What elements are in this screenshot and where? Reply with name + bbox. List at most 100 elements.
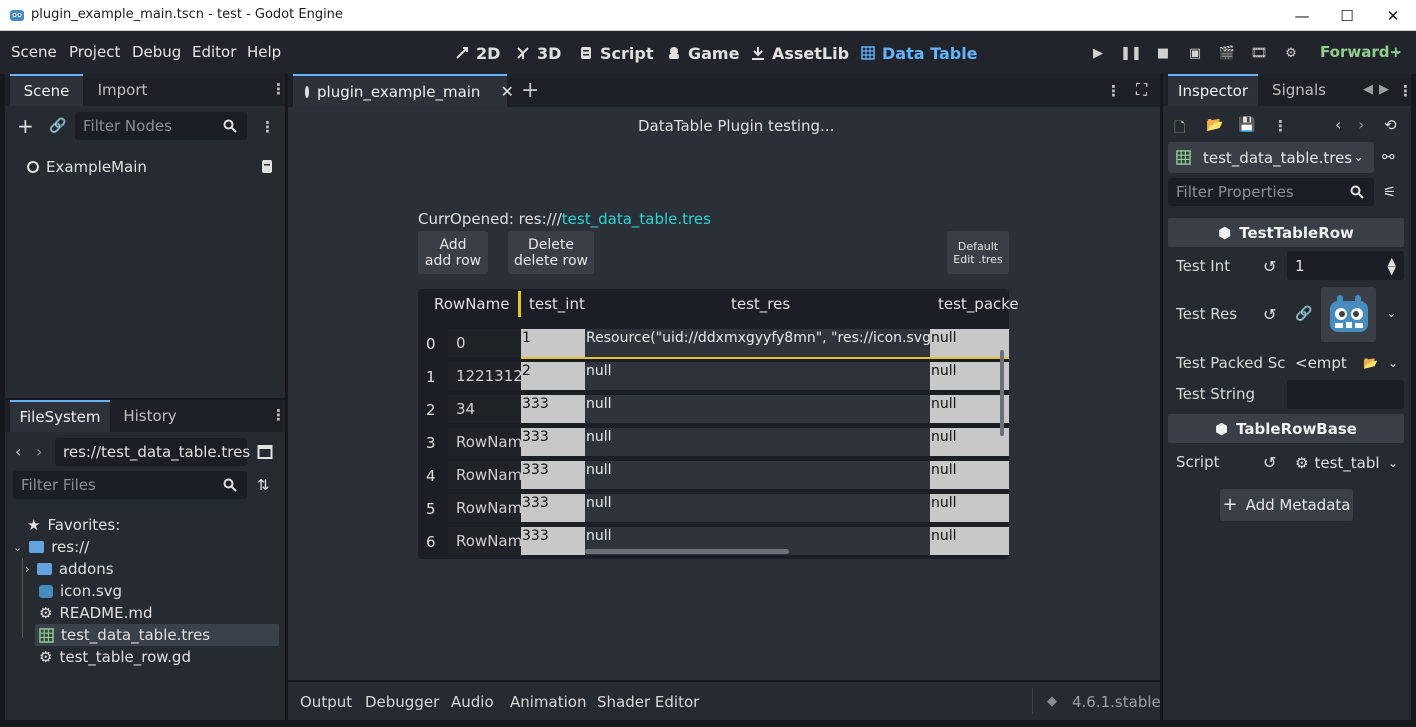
renderer-selector[interactable]: Forward+: [1320, 43, 1402, 61]
rowname-field[interactable]: RowNam: [448, 494, 521, 522]
tab-scene[interactable]: Scene: [10, 74, 83, 106]
horizontal-scrollbar[interactable]: [585, 549, 789, 554]
addons-folder-item[interactable]: › addons: [25, 558, 114, 580]
open-folder-icon[interactable]: 📂: [1206, 117, 1223, 133]
delete-row-button[interactable]: Delete delete row: [508, 231, 594, 274]
rowname-field[interactable]: RowNam: [448, 527, 521, 555]
tab-history[interactable]: History: [113, 400, 187, 432]
minimize-button[interactable]: —: [1279, 0, 1325, 31]
chevron-down-icon[interactable]: ⌄: [1393, 43, 1403, 57]
play-scene-icon[interactable]: 🎬: [1217, 43, 1237, 63]
chevron-down-icon[interactable]: ⌄: [1386, 306, 1397, 321]
tab-output[interactable]: Output: [300, 693, 352, 711]
object-tree-icon[interactable]: ⚯: [1382, 148, 1395, 166]
tab-filesystem[interactable]: FileSystem: [10, 400, 110, 432]
history-icon[interactable]: ⟲: [1384, 116, 1397, 134]
maximize-button[interactable]: ☐: [1324, 0, 1370, 31]
dock-left-icon[interactable]: ◀: [1363, 82, 1373, 97]
scene-root-node[interactable]: ExampleMain: [27, 156, 147, 178]
history-back-icon[interactable]: ‹: [1335, 115, 1341, 134]
script-attached-icon[interactable]: [260, 159, 275, 174]
cell-test-int[interactable]: 1: [521, 329, 585, 357]
header-test-int[interactable]: test_int: [529, 295, 585, 313]
cell-test-packed[interactable]: null: [930, 461, 1009, 489]
revert-icon[interactable]: ↺: [1263, 453, 1276, 472]
pause-icon[interactable]: ❚❚: [1120, 43, 1142, 63]
tab-shader-editor[interactable]: Shader Editor: [597, 693, 699, 711]
cell-test-packed[interactable]: null: [930, 329, 1009, 357]
play-icon[interactable]: ▶: [1088, 43, 1108, 63]
icon-svg-item[interactable]: icon.svg: [39, 580, 122, 602]
workspace-datatable-button[interactable]: Data Table: [860, 41, 978, 65]
cell-test-int[interactable]: 2: [521, 362, 585, 390]
vertical-scrollbar[interactable]: [1000, 350, 1004, 436]
dock-menu-icon[interactable]: ⋮: [1398, 82, 1413, 100]
script-picker[interactable]: ⚙ test_tabl ⌄: [1287, 448, 1404, 477]
cell-test-packed[interactable]: null: [930, 362, 1009, 390]
cell-test-packed[interactable]: null: [930, 527, 1009, 555]
tab-inspector[interactable]: Inspector: [1168, 74, 1258, 106]
header-rowname[interactable]: RowName: [434, 295, 509, 313]
filter-files-input[interactable]: Filter Files: [13, 471, 247, 499]
movie-maker-icon[interactable]: ⚙: [1281, 43, 1301, 63]
distraction-free-icon[interactable]: ⛶: [1136, 80, 1147, 100]
cell-test-int[interactable]: 333: [521, 428, 585, 456]
stop-icon[interactable]: ■: [1153, 43, 1173, 63]
dock-right-icon[interactable]: ▶: [1379, 82, 1389, 97]
scene-options-icon[interactable]: ⋮: [260, 118, 275, 136]
menu-editor[interactable]: Editor: [192, 43, 236, 61]
rowname-field[interactable]: 1221312: [448, 362, 521, 390]
save-icon[interactable]: 💾: [1238, 117, 1255, 133]
add-row-button[interactable]: Add add row: [418, 231, 488, 274]
tab-debugger[interactable]: Debugger: [365, 693, 439, 711]
cell-test-res[interactable]: null: [585, 395, 930, 423]
chevron-down-icon[interactable]: ⌄: [1388, 356, 1398, 370]
test-packed-picker[interactable]: <empt 📂 ⌄: [1287, 348, 1404, 377]
test-string-input[interactable]: [1287, 380, 1404, 409]
close-window-button[interactable]: ✕: [1370, 0, 1416, 31]
section-table-row-base[interactable]: ⬢ TableRowBase: [1168, 414, 1404, 443]
test-res-preview[interactable]: [1321, 287, 1376, 342]
workspace-game-button[interactable]: Game: [666, 41, 739, 65]
cell-test-packed[interactable]: null: [930, 494, 1009, 522]
tab-animation[interactable]: Animation: [510, 693, 586, 711]
remote-debug-icon[interactable]: ▣: [1185, 43, 1205, 63]
default-edit-tres-button[interactable]: Default Edit .tres: [947, 231, 1009, 274]
chevron-down-icon[interactable]: ⌄: [1388, 456, 1398, 470]
cell-test-res[interactable]: Resource("uid://ddxmxgyyfy8mn", "res://i…: [585, 329, 930, 357]
tab-import[interactable]: Import: [85, 74, 160, 106]
cell-test-res[interactable]: null: [585, 428, 930, 456]
forward-icon[interactable]: ›: [36, 442, 42, 461]
path-input[interactable]: res://test_data_table.tres: [55, 438, 250, 466]
cell-test-packed[interactable]: null: [930, 428, 1009, 456]
workspace-2d-button[interactable]: 2D: [454, 41, 500, 65]
rowname-field[interactable]: 0: [448, 329, 521, 357]
dock-menu-icon[interactable]: ⋮: [271, 406, 286, 424]
scene-tabs-menu-icon[interactable]: ⋮: [1106, 82, 1121, 100]
cell-test-int[interactable]: 333: [521, 461, 585, 489]
rowname-field[interactable]: RowNam: [448, 461, 521, 489]
tab-signals[interactable]: Signals: [1262, 74, 1336, 106]
menu-scene[interactable]: Scene: [11, 43, 57, 61]
stepper-icon[interactable]: ▲ ▼: [1388, 256, 1396, 276]
resource-selector[interactable]: test_data_table.tres ⌄: [1168, 142, 1374, 173]
rowname-field[interactable]: 34: [448, 395, 521, 423]
rowname-field[interactable]: RowNam: [448, 428, 521, 456]
cell-test-res[interactable]: null: [585, 494, 930, 522]
link-icon[interactable]: 🔗: [1295, 306, 1312, 322]
cell-test-res[interactable]: null: [585, 461, 930, 489]
header-test-packed[interactable]: test_packe: [938, 295, 1019, 313]
sort-icon[interactable]: ⇅: [257, 476, 270, 494]
back-icon[interactable]: ‹: [15, 442, 21, 461]
split-view-icon[interactable]: [257, 444, 273, 460]
inspector-options-icon[interactable]: ⋮: [1273, 117, 1288, 135]
cell-test-res[interactable]: null: [585, 362, 930, 390]
cell-test-int[interactable]: 333: [521, 494, 585, 522]
readme-item[interactable]: ⚙ README.md: [39, 602, 153, 624]
folder-icon[interactable]: 📂: [1363, 356, 1378, 370]
play-custom-scene-icon[interactable]: 🎞: [1249, 43, 1269, 63]
add-tab-icon[interactable]: +: [521, 78, 539, 103]
workspace-3d-button[interactable]: 3D: [515, 41, 561, 65]
filter-nodes-input[interactable]: Filter Nodes: [75, 112, 247, 140]
history-forward-icon[interactable]: ›: [1358, 115, 1364, 134]
